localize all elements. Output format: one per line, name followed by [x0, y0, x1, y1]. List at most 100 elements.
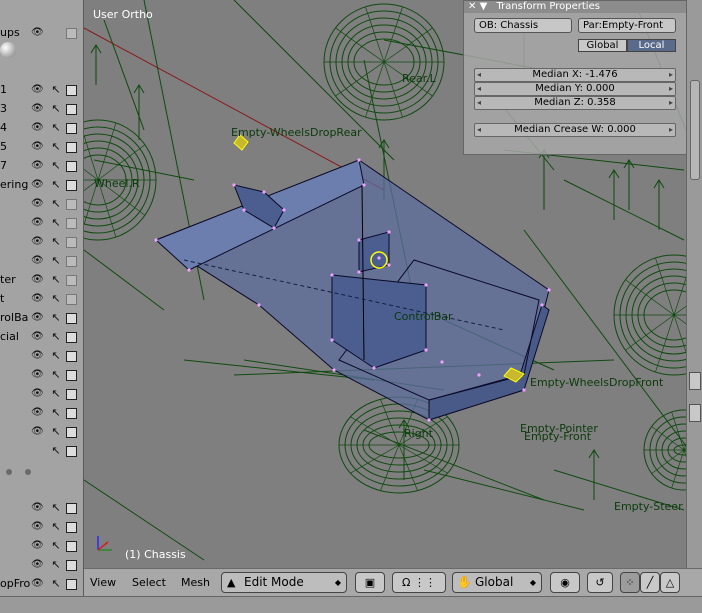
outliner-row[interactable]: 👁 ↖ — [0, 385, 83, 404]
render-icon[interactable] — [66, 237, 77, 248]
collapse-icon[interactable]: ▼ — [480, 1, 488, 12]
select-arrow-icon[interactable]: ↖ — [50, 122, 62, 134]
select-arrow-icon[interactable]: ↖ — [50, 521, 62, 533]
select-arrow-icon[interactable]: ↖ — [50, 198, 62, 210]
select-arrow-icon[interactable]: ↖ — [50, 236, 62, 248]
eye-icon[interactable]: 👁 — [31, 426, 44, 438]
render-icon[interactable] — [66, 408, 77, 419]
render-icon[interactable] — [66, 313, 77, 324]
render-icon[interactable] — [66, 104, 77, 115]
eye-icon[interactable]: 👁 — [31, 179, 44, 191]
eye-icon[interactable]: 👁 — [31, 27, 44, 39]
render-icon[interactable] — [66, 332, 77, 343]
object-name-field[interactable]: OB: Chassis — [474, 18, 572, 33]
outliner-row[interactable]: ering 👁 ↖ — [0, 176, 83, 195]
parent-field[interactable]: Par:Empty-Front — [578, 18, 676, 33]
edge-select-button[interactable]: ╱ — [640, 572, 660, 593]
select-arrow-icon[interactable]: ↖ — [50, 350, 62, 362]
eye-icon[interactable]: 👁 — [31, 578, 44, 590]
outliner-row[interactable]: cial 👁 ↖ — [0, 328, 83, 347]
render-icon[interactable] — [66, 142, 77, 153]
eye-icon[interactable]: 👁 — [31, 236, 44, 248]
close-icon[interactable]: ✕ — [468, 1, 476, 12]
select-arrow-icon[interactable]: ↖ — [50, 84, 62, 96]
proportional-button[interactable]: Ω ⋮⋮ — [392, 572, 446, 593]
select-arrow-icon[interactable]: ↖ — [50, 407, 62, 419]
median-x-field[interactable]: ◂ Median X: -1.476 ▸ — [474, 68, 676, 82]
outliner-row[interactable] — [0, 461, 83, 480]
select-arrow-icon[interactable]: ↖ — [50, 141, 62, 153]
eye-icon[interactable]: 👁 — [31, 540, 44, 552]
local-toggle[interactable]: Local — [627, 39, 676, 52]
global-toggle[interactable]: Global — [578, 39, 627, 52]
outliner-row[interactable]: 👁 ↖ — [0, 518, 83, 537]
select-arrow-icon[interactable]: ↖ — [50, 369, 62, 381]
render-icon[interactable] — [66, 351, 77, 362]
face-select-button[interactable]: △ — [660, 572, 680, 593]
render-icon[interactable] — [66, 446, 77, 457]
render-icon[interactable] — [66, 560, 77, 571]
outliner-row[interactable]: 👁 ↖ — [0, 195, 83, 214]
render-icon[interactable] — [66, 85, 77, 96]
render-icon[interactable] — [66, 427, 77, 438]
select-arrow-icon[interactable]: ↖ — [50, 331, 62, 343]
eye-icon[interactable]: 👁 — [31, 502, 44, 514]
median-z-field[interactable]: ◂ Median Z: 0.358 ▸ — [474, 96, 676, 110]
eye-icon[interactable]: 👁 — [31, 274, 44, 286]
pivot-button[interactable]: ◉ — [550, 572, 580, 593]
select-arrow-icon[interactable]: ↖ — [50, 255, 62, 267]
outliner-row[interactable]: 👁 ↖ — [0, 556, 83, 575]
scrollbar-thumb[interactable] — [690, 80, 700, 180]
right-scrollbar[interactable] — [686, 0, 702, 568]
eye-icon[interactable]: 👁 — [31, 160, 44, 172]
render-icon[interactable] — [66, 370, 77, 381]
outliner-row[interactable]: 4 👁 ↖ — [0, 119, 83, 138]
median-crease-field[interactable]: ◂ Median Crease W: 0.000 ▸ — [474, 123, 676, 137]
select-arrow-icon[interactable]: ↖ — [50, 274, 62, 286]
mode-dropdown[interactable]: ▲ Edit Mode ◆ — [221, 572, 347, 593]
mesh-menu[interactable]: Mesh — [181, 576, 210, 589]
outliner-row[interactable] — [0, 62, 83, 81]
outliner-row[interactable]: 1 👁 ↖ — [0, 81, 83, 100]
outliner-row[interactable]: 👁 ↖ — [0, 499, 83, 518]
render-icon[interactable] — [66, 180, 77, 191]
select-arrow-icon[interactable]: ↖ — [50, 312, 62, 324]
render-icon[interactable] — [66, 503, 77, 514]
eye-icon[interactable]: 👁 — [31, 559, 44, 571]
eye-icon[interactable]: 👁 — [31, 217, 44, 229]
render-icon[interactable] — [66, 294, 77, 305]
undo-button[interactable]: ↺ — [587, 572, 613, 593]
outliner-row[interactable]: ups 👁 — [0, 24, 83, 43]
view-menu[interactable]: View — [90, 576, 116, 589]
select-arrow-icon[interactable]: ↖ — [50, 540, 62, 552]
outliner-row[interactable]: 5 👁 ↖ — [0, 138, 83, 157]
outliner-row[interactable]: 7 👁 ↖ — [0, 157, 83, 176]
outliner-row[interactable]: 👁 ↖ — [0, 366, 83, 385]
render-icon[interactable] — [66, 389, 77, 400]
median-y-field[interactable]: ◂ Median Y: 0.000 ▸ — [474, 82, 676, 96]
eye-icon[interactable]: 👁 — [31, 369, 44, 381]
select-arrow-icon[interactable]: ↖ — [50, 293, 62, 305]
select-arrow-icon[interactable]: ↖ — [50, 388, 62, 400]
eye-icon[interactable]: 👁 — [31, 293, 44, 305]
render-icon[interactable] — [66, 541, 77, 552]
select-arrow-icon[interactable]: ↖ — [50, 426, 62, 438]
render-icon[interactable] — [66, 199, 77, 210]
select-arrow-icon[interactable]: ↖ — [50, 160, 62, 172]
vertex-select-button[interactable]: ⁘ — [620, 572, 640, 593]
select-arrow-icon[interactable]: ↖ — [50, 217, 62, 229]
eye-icon[interactable]: 👁 — [31, 141, 44, 153]
select-menu[interactable]: Select — [132, 576, 166, 589]
render-icon[interactable] — [66, 123, 77, 134]
draw-type-button[interactable]: ▣ — [355, 572, 385, 593]
select-arrow-icon[interactable]: ↖ — [50, 502, 62, 514]
outliner-row[interactable]: ↖ — [0, 442, 83, 461]
eye-icon[interactable]: 👁 — [31, 84, 44, 96]
outliner-row[interactable]: 👁 ↖ — [0, 252, 83, 271]
eye-icon[interactable]: 👁 — [31, 388, 44, 400]
eye-icon[interactable]: 👁 — [31, 255, 44, 267]
select-arrow-icon[interactable]: ↖ — [50, 559, 62, 571]
outliner-row[interactable]: ter 👁 ↖ — [0, 271, 83, 290]
eye-icon[interactable]: 👁 — [31, 312, 44, 324]
orientation-dropdown[interactable]: ✋ Global ◆ — [452, 572, 542, 593]
